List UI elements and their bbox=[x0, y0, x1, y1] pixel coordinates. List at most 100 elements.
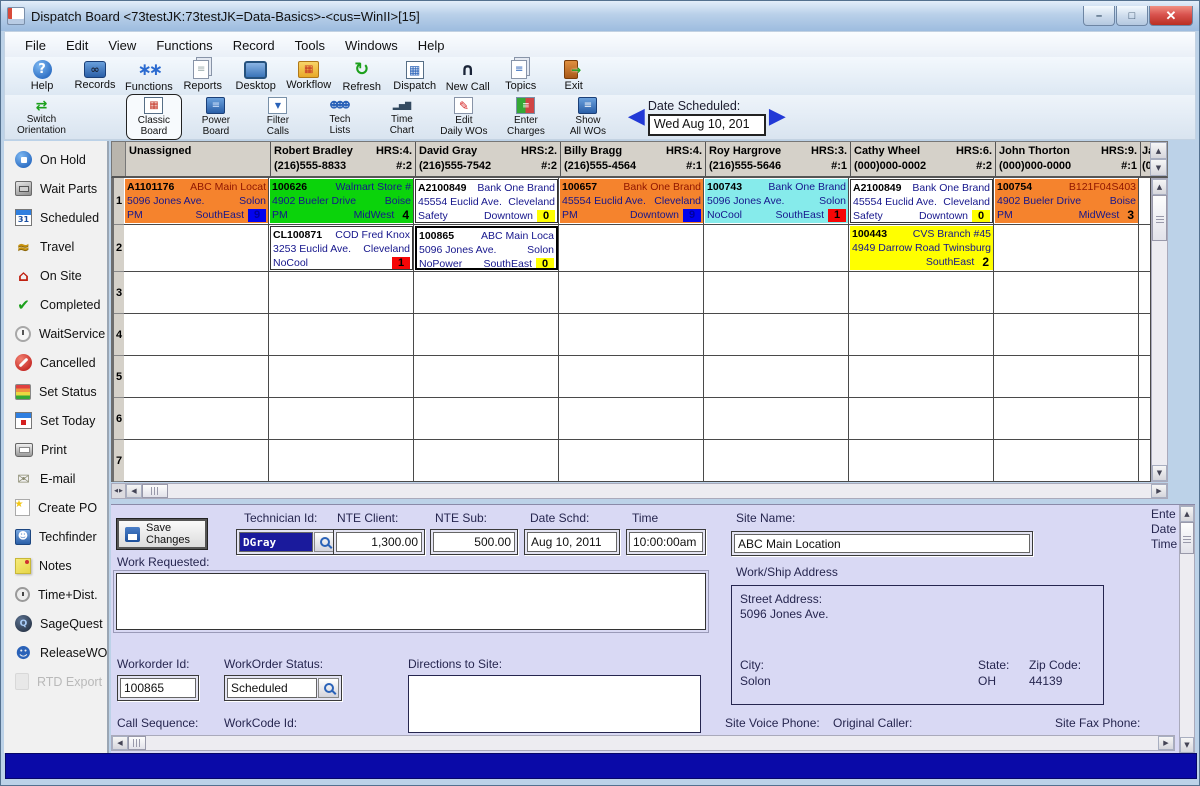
grid-cell[interactable] bbox=[124, 314, 269, 356]
scroll-down-icon[interactable]: ▼ bbox=[1150, 159, 1167, 176]
sidebar-item-techfinder[interactable]: Techfinder bbox=[4, 522, 107, 551]
toolbar-button-topics[interactable]: Topics bbox=[498, 58, 544, 94]
workorder-card-a1101176[interactable]: A1101176ABC Main Locat5096 Jones Ave.Sol… bbox=[125, 179, 268, 223]
grid-cell[interactable] bbox=[559, 225, 704, 272]
grid-cell[interactable] bbox=[269, 356, 414, 398]
scroll-down-icon[interactable]: ▼ bbox=[1180, 737, 1194, 753]
grid-cell[interactable] bbox=[704, 225, 849, 272]
sidebar-item-wait-parts[interactable]: Wait Parts bbox=[4, 174, 107, 203]
grid-cell[interactable] bbox=[994, 272, 1139, 314]
column-header-cathy-wheel[interactable]: Cathy WheelHRS:6.(000)000-0002#:2 bbox=[851, 142, 996, 176]
grid-cell[interactable] bbox=[269, 272, 414, 314]
menu-view[interactable]: View bbox=[98, 35, 146, 56]
scroll-up-icon[interactable]: ▲ bbox=[1152, 179, 1167, 195]
toolbar-button-exit[interactable]: Exit bbox=[551, 58, 597, 94]
grid-cell[interactable] bbox=[849, 440, 994, 482]
board-toolbar-show-button[interactable]: ShowAll WOs bbox=[560, 94, 616, 140]
board-toolbar-classic-button[interactable]: ClassicBoard bbox=[126, 94, 182, 140]
grid-cell[interactable] bbox=[269, 440, 414, 482]
column-header-roy-hargrove[interactable]: Roy HargroveHRS:3.(216)555-5646#:1 bbox=[706, 142, 851, 176]
hscroll-thumb[interactable] bbox=[142, 484, 168, 498]
grid-cell[interactable] bbox=[994, 225, 1139, 272]
grid-cell[interactable] bbox=[849, 356, 994, 398]
next-date-arrow[interactable]: ▶ bbox=[769, 106, 786, 128]
grid-cell[interactable] bbox=[704, 440, 849, 482]
sidebar-item-on-site[interactable]: On Site bbox=[4, 261, 107, 290]
title-bar[interactable]: Dispatch Board <73testJK:73testJK=Data-B… bbox=[1, 1, 1199, 31]
grid-cell[interactable] bbox=[704, 398, 849, 440]
grid-cell[interactable] bbox=[124, 356, 269, 398]
minimize-button[interactable]: – bbox=[1083, 6, 1115, 26]
form-vscrollbar[interactable]: ▲ ▼ bbox=[1179, 505, 1195, 754]
column-header-john-thorton[interactable]: John ThortonHRS:9.(000)000-0000#:1 bbox=[996, 142, 1141, 176]
workorder-card-100626[interactable]: 100626Walmart Store #4902 Bueler DriveBo… bbox=[270, 179, 413, 223]
close-button[interactable]: ✕ bbox=[1149, 6, 1193, 26]
sidebar-item-cancelled[interactable]: Cancelled bbox=[4, 348, 107, 377]
toolbar-button-reports[interactable]: Reports bbox=[180, 58, 226, 94]
sidebar-item-on-hold[interactable]: On Hold bbox=[4, 145, 107, 174]
menu-record[interactable]: Record bbox=[223, 35, 285, 56]
vscroll-thumb[interactable] bbox=[1152, 195, 1167, 241]
site-name-field[interactable]: ABC Main Location bbox=[734, 534, 1030, 553]
sidebar-item-completed[interactable]: Completed bbox=[4, 290, 107, 319]
toolbar-button-refresh[interactable]: Refresh bbox=[339, 58, 385, 94]
sidebar-item-sagequest[interactable]: SageQuest bbox=[4, 609, 107, 638]
scroll-left-icon[interactable]: ◀ bbox=[112, 736, 128, 750]
workorder-card-100443[interactable]: 100443CVS Branch #454949 Darrow RoadTwin… bbox=[850, 226, 993, 270]
workorder-status-field[interactable]: Scheduled bbox=[227, 678, 317, 698]
scroll-down-icon[interactable]: ▼ bbox=[1152, 465, 1167, 481]
grid-cell[interactable] bbox=[559, 272, 704, 314]
toolbar-button-desktop[interactable]: Desktop bbox=[233, 58, 279, 94]
column-header-robert-bradley[interactable]: Robert BradleyHRS:4.(216)555-8833#:2 bbox=[271, 142, 416, 176]
grid-cell[interactable] bbox=[414, 356, 559, 398]
grid-cell[interactable] bbox=[994, 398, 1139, 440]
workorder-card-100743[interactable]: 100743Bank One Brand5096 Jones Ave.Solon… bbox=[705, 179, 848, 223]
grid-cell[interactable] bbox=[559, 440, 704, 482]
date-schd-field[interactable]: Aug 10, 2011 bbox=[527, 532, 617, 552]
board-hscrollbar[interactable]: ◀▶ ◀ ▶ bbox=[111, 483, 1168, 499]
grid-cell[interactable] bbox=[1139, 356, 1151, 398]
sidebar-item-e-mail[interactable]: E-mail bbox=[4, 464, 107, 493]
grid-cell[interactable] bbox=[1139, 225, 1151, 272]
menu-file[interactable]: File bbox=[15, 35, 56, 56]
board-toolbar-charges-button[interactable]: EnterCharges bbox=[498, 94, 554, 140]
sidebar-item-set-today[interactable]: Set Today bbox=[4, 406, 107, 435]
grid-cell[interactable] bbox=[269, 314, 414, 356]
time-field[interactable]: 10:00:00am bbox=[629, 532, 703, 552]
toolbar-button-dispatch[interactable]: Dispatch bbox=[392, 58, 438, 94]
grid-cell[interactable] bbox=[1139, 440, 1151, 482]
scroll-up-icon[interactable]: ▲ bbox=[1150, 142, 1167, 159]
board-vscrollbar[interactable]: ▲ ▼ bbox=[1151, 178, 1168, 482]
technician-id-field[interactable]: DGray bbox=[239, 532, 313, 552]
grid-cell[interactable] bbox=[849, 272, 994, 314]
hscroll-thumb[interactable] bbox=[128, 736, 146, 750]
sidebar-item-scheduled[interactable]: Scheduled bbox=[4, 203, 107, 232]
grid-cell[interactable] bbox=[704, 356, 849, 398]
grid-cell[interactable] bbox=[414, 314, 559, 356]
status-lookup-button[interactable] bbox=[318, 678, 339, 698]
sidebar-item-set-status[interactable]: Set Status bbox=[4, 377, 107, 406]
grid-cell[interactable] bbox=[704, 314, 849, 356]
menu-tools[interactable]: Tools bbox=[285, 35, 335, 56]
sidebar-item-travel[interactable]: Travel bbox=[4, 232, 107, 261]
grid-cell[interactable] bbox=[704, 272, 849, 314]
hscroll-corner[interactable]: ◀▶ bbox=[112, 484, 126, 498]
sidebar-item-rtd-export[interactable]: RTD Export bbox=[4, 667, 107, 696]
scroll-right-icon[interactable]: ▶ bbox=[1151, 484, 1167, 498]
workorder-card-100754[interactable]: 100754B121F04S4034902 Bueler DriveBoiseP… bbox=[995, 179, 1138, 223]
grid-cell[interactable] bbox=[269, 398, 414, 440]
menu-functions[interactable]: Functions bbox=[146, 35, 222, 56]
maximize-button[interactable]: □ bbox=[1116, 6, 1148, 26]
form-hscrollbar[interactable]: ◀ ▶ bbox=[111, 735, 1175, 751]
workorder-id-field[interactable]: 100865 bbox=[120, 678, 196, 698]
workorder-card-a2100849[interactable]: A2100849Bank One Brand45554 Euclid Ave.C… bbox=[850, 179, 993, 223]
workorder-card-100865[interactable]: 100865ABC Main Loca5096 Jones Ave.SolonN… bbox=[415, 226, 558, 270]
toolbar-button-functions[interactable]: Functions bbox=[125, 58, 173, 94]
grid-cell[interactable] bbox=[414, 440, 559, 482]
workorder-card-cl100871[interactable]: CL100871COD Fred Knox3253 Euclid Ave.Cle… bbox=[270, 226, 413, 270]
scroll-left-icon[interactable]: ◀ bbox=[126, 484, 142, 498]
toolbar-button-workflow[interactable]: Workflow bbox=[286, 58, 332, 94]
board-toolbar-timechart-button[interactable]: TimeChart bbox=[374, 95, 430, 139]
grid-cell[interactable] bbox=[1139, 398, 1151, 440]
grid-cell[interactable] bbox=[994, 314, 1139, 356]
